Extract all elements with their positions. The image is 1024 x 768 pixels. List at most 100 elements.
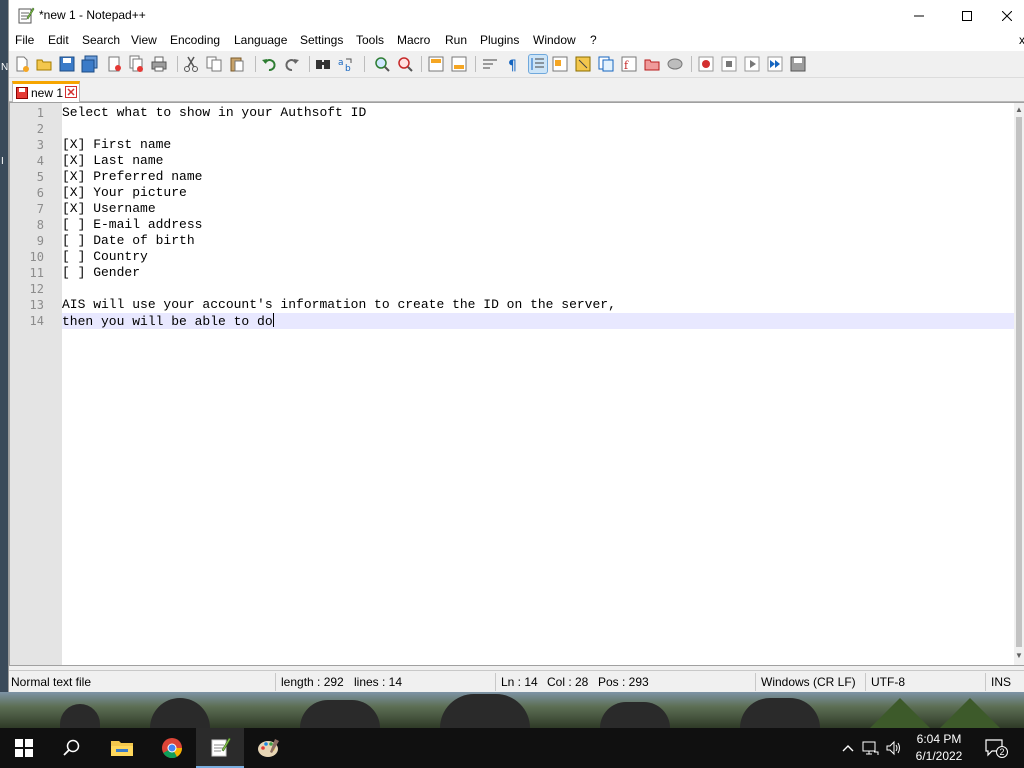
line-number: 9 — [36, 234, 44, 248]
udl-button[interactable] — [551, 55, 569, 73]
code-line[interactable]: [ ] Date of birth — [62, 233, 1016, 249]
save-all-button[interactable] — [81, 55, 99, 73]
menu-window[interactable]: Window — [533, 33, 576, 47]
menu-macro[interactable]: Macro — [397, 33, 430, 47]
show-hidden-icons-button[interactable] — [838, 738, 858, 758]
wallpaper-arch — [600, 702, 670, 728]
record-macro-button[interactable] — [697, 55, 715, 73]
folder-workspace-button[interactable] — [643, 55, 661, 73]
tab-new-1[interactable]: new 1 — [12, 81, 80, 102]
code-line[interactable]: [X] Your picture — [62, 185, 1016, 201]
status-eol-format[interactable]: Windows (CR LF) — [761, 675, 856, 689]
code-line[interactable]: [ ] Country — [62, 249, 1016, 265]
play-macro-button[interactable] — [743, 55, 761, 73]
code-line-text: [ ] Gender — [62, 265, 141, 280]
indent-guide-button[interactable] — [528, 54, 548, 74]
paste-icon — [230, 57, 244, 72]
code-area[interactable]: Select what to show in your Authsoft ID … — [62, 103, 1016, 665]
zoom-in-button[interactable] — [373, 55, 391, 73]
title-bar[interactable]: *new 1 - Notepad++ — [9, 0, 1024, 31]
status-encoding[interactable]: UTF-8 — [871, 675, 905, 689]
close-document-icon[interactable]: x — [1019, 33, 1024, 47]
code-line-text: Select what to show in your Authsoft ID — [62, 105, 367, 120]
volume-tray-button[interactable] — [884, 738, 904, 758]
sync-horizontal-button[interactable] — [450, 55, 468, 73]
minimize-button[interactable] — [896, 0, 942, 31]
code-line[interactable] — [62, 281, 1016, 297]
doc-map-button[interactable] — [574, 55, 592, 73]
undo-button[interactable] — [260, 55, 278, 73]
code-line[interactable]: [X] Last name — [62, 153, 1016, 169]
menu-run[interactable]: Run — [445, 33, 467, 47]
code-line[interactable]: Select what to show in your Authsoft ID — [62, 105, 1016, 121]
menu-search[interactable]: Search — [82, 33, 120, 47]
print-button[interactable] — [150, 55, 168, 73]
taskbar-notepadpp[interactable] — [196, 728, 244, 768]
find-button[interactable] — [314, 55, 332, 73]
code-line[interactable] — [62, 121, 1016, 137]
menu-help[interactable]: ? — [590, 33, 597, 47]
sync-vertical-button[interactable] — [427, 55, 445, 73]
redo-button[interactable] — [283, 55, 301, 73]
zoom-out-button[interactable] — [396, 55, 414, 73]
action-center-button[interactable]: 2 — [983, 738, 1009, 758]
toolbar-separator — [255, 56, 256, 72]
redo-icon — [285, 59, 299, 71]
menu-view[interactable]: View — [131, 33, 157, 47]
status-length: length : 292 — [281, 675, 344, 689]
run-macro-multiple-button[interactable] — [766, 55, 784, 73]
taskbar-file-explorer[interactable] — [98, 728, 146, 768]
close-button[interactable] — [989, 0, 1024, 31]
scrollbar-thumb[interactable] — [1016, 117, 1022, 647]
code-line[interactable]: [X] Username — [62, 201, 1016, 217]
copy-button[interactable] — [205, 55, 223, 73]
status-position: Pos : 293 — [598, 675, 649, 689]
search-button[interactable] — [48, 728, 96, 768]
maximize-button[interactable] — [944, 0, 990, 31]
close-button-toolbar[interactable] — [105, 55, 123, 73]
word-wrap-button[interactable] — [481, 55, 499, 73]
save-macro-button[interactable] — [789, 55, 807, 73]
code-line[interactable]: AIS will use your account's information … — [62, 297, 1016, 313]
cut-button[interactable] — [182, 55, 200, 73]
open-file-button[interactable] — [35, 55, 53, 73]
vertical-scrollbar[interactable]: ▲ ▼ — [1014, 103, 1024, 665]
menu-file[interactable]: File — [15, 33, 34, 47]
maximize-icon — [962, 10, 972, 21]
menu-edit[interactable]: Edit — [48, 33, 69, 47]
close-all-button[interactable] — [127, 55, 145, 73]
code-line-text: [ ] Date of birth — [62, 233, 195, 248]
tab-close-icon[interactable] — [65, 86, 77, 98]
network-tray-button[interactable] — [861, 738, 881, 758]
current-code-line[interactable]: then you will be able to do — [62, 313, 1016, 329]
new-file-button[interactable] — [13, 55, 31, 73]
taskbar-chrome[interactable] — [148, 728, 196, 768]
taskbar-clock[interactable]: 6:04 PM 6/1/2022 — [906, 731, 972, 765]
wallpaper-arch — [300, 700, 380, 728]
start-button[interactable] — [0, 728, 48, 768]
code-line[interactable]: [X] First name — [62, 137, 1016, 153]
menu-settings[interactable]: Settings — [300, 33, 343, 47]
line-number-gutter[interactable]: 1 2 3 4 5 6 7 8 9 10 11 12 13 14 — [10, 103, 62, 665]
save-button[interactable] — [58, 55, 76, 73]
status-insert-mode[interactable]: INS — [991, 675, 1011, 689]
monitoring-button[interactable] — [666, 55, 684, 73]
menu-language[interactable]: Language — [234, 33, 287, 47]
menu-encoding[interactable]: Encoding — [170, 33, 220, 47]
code-line[interactable]: [X] Preferred name — [62, 169, 1016, 185]
code-line[interactable]: [ ] E-mail address — [62, 217, 1016, 233]
function-list-button[interactable]: f — [620, 55, 638, 73]
scroll-up-arrow-icon[interactable]: ▲ — [1015, 105, 1023, 115]
replace-button[interactable]: ab — [337, 55, 355, 74]
paste-button[interactable] — [228, 55, 246, 73]
scroll-down-arrow-icon[interactable]: ▼ — [1015, 651, 1023, 661]
text-editor[interactable]: 1 2 3 4 5 6 7 8 9 10 11 12 13 14 Select … — [9, 102, 1024, 666]
menu-plugins[interactable]: Plugins — [480, 33, 519, 47]
doc-list-button[interactable] — [597, 55, 615, 73]
code-line[interactable]: [ ] Gender — [62, 265, 1016, 281]
taskbar-paint[interactable] — [245, 728, 293, 768]
show-all-chars-button[interactable]: ¶ — [504, 55, 522, 74]
menu-tools[interactable]: Tools — [356, 33, 384, 47]
paint-palette-icon — [258, 739, 279, 757]
stop-macro-button[interactable] — [720, 55, 738, 73]
